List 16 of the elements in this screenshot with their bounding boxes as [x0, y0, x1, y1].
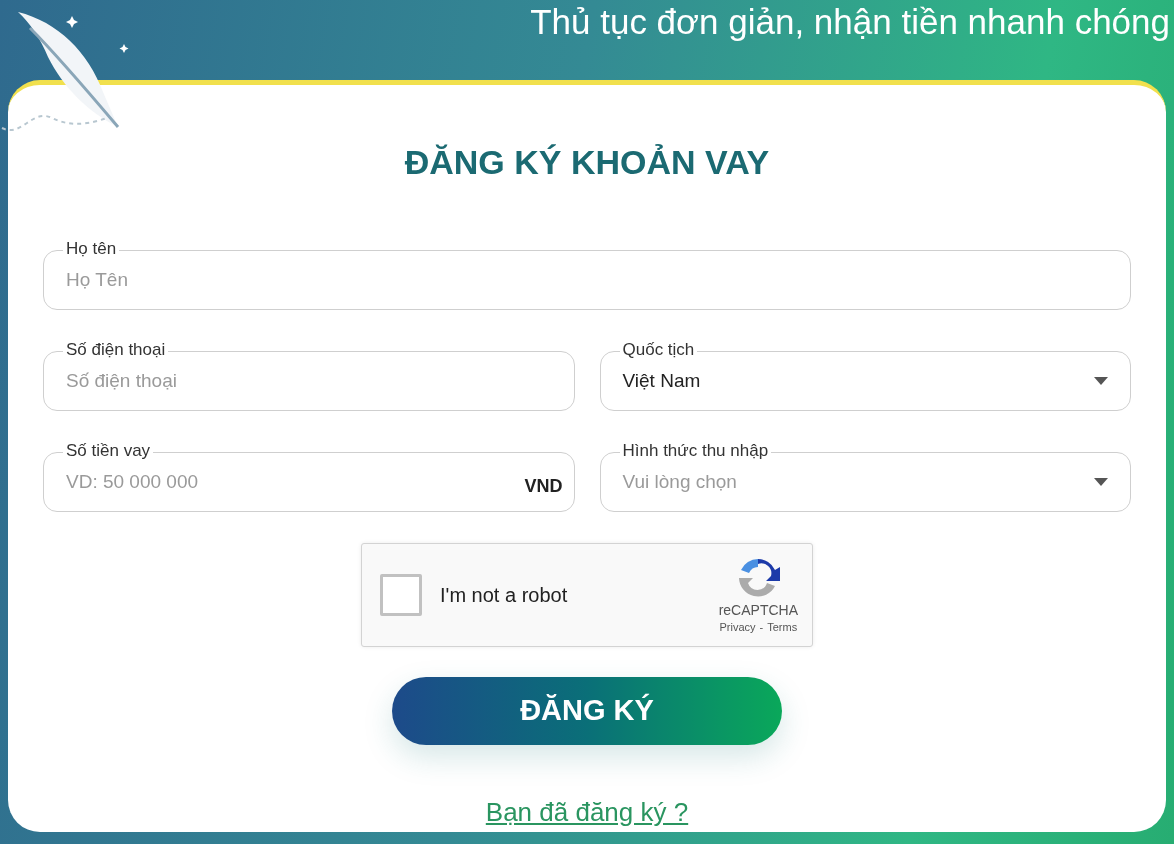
captcha-checkbox[interactable] [380, 573, 422, 616]
field-label: Số điện thoại [63, 339, 169, 361]
tagline: Thủ tục đơn giản, nhận tiền nhanh chóng [530, 2, 1170, 43]
captcha-label: I'm not a robot [440, 582, 569, 608]
register-button[interactable]: ĐĂNG KÝ [392, 676, 782, 745]
link-separator: - [759, 619, 764, 635]
terms-link[interactable]: Terms [767, 618, 798, 635]
privacy-link[interactable]: Privacy [719, 618, 756, 635]
form-title: ĐĂNG KÝ KHOẢN VAY [404, 142, 770, 182]
recaptcha-brand: reCAPTCHA [718, 600, 798, 619]
currency-unit: VND [524, 475, 563, 498]
field-label: Quốc tịch [619, 339, 698, 361]
caret-down-icon [1094, 377, 1108, 385]
field-label: Số tiền vay [63, 440, 154, 462]
already-registered-link[interactable]: Bạn đã đăng ký ? [485, 793, 689, 832]
caret-down-icon [1094, 478, 1108, 486]
